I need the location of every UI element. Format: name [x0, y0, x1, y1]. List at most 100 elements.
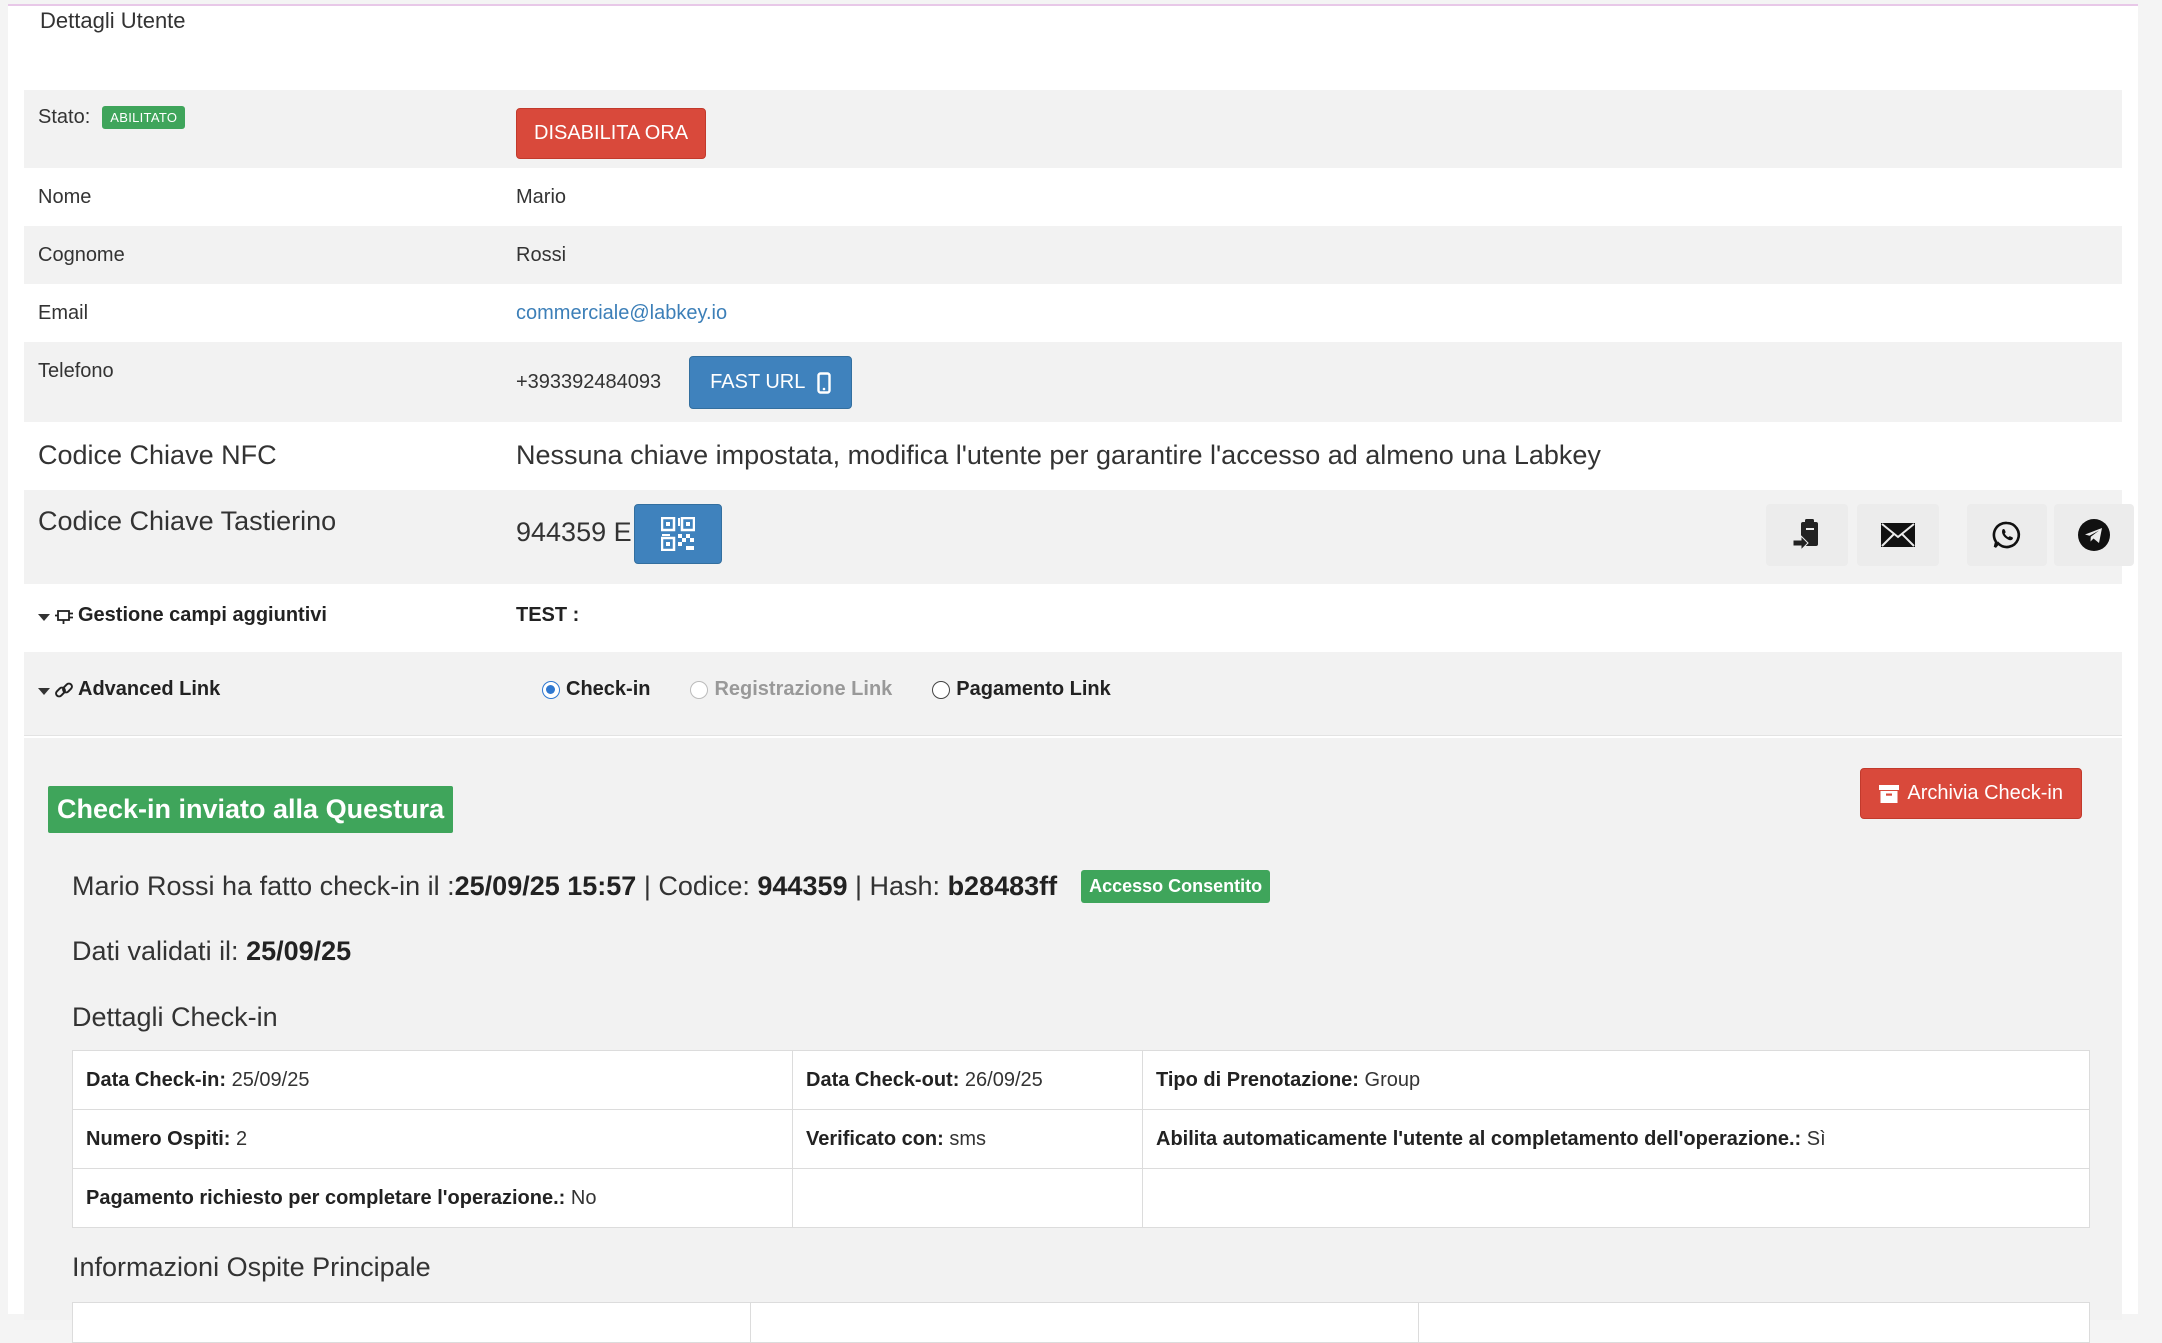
radio-empty-icon [690, 680, 709, 699]
access-badge: Accesso Consentito [1081, 870, 1271, 903]
page-title: Dettagli Utente [40, 8, 186, 33]
clipboard-icon [1792, 519, 1818, 551]
radio-registrazione-label: Registrazione Link [714, 678, 893, 700]
nfc-label: Codice Chiave NFC [38, 440, 277, 470]
table-row: Pagamento richiesto per completare l'ope… [72, 1168, 2090, 1228]
telefono-value: +393392484093 [516, 371, 662, 393]
cell-value: sms [949, 1127, 987, 1150]
copy-code-button[interactable] [1766, 504, 1848, 566]
radio-pagamento-link[interactable]: Pagamento Link [932, 678, 1111, 701]
cell-value: Group [1364, 1068, 1421, 1091]
nfc-value: Nessuna chiave impostata, modifica l'ute… [516, 440, 1601, 470]
plug-icon [55, 609, 73, 624]
disable-now-button[interactable]: DISABILITA ORA [516, 108, 707, 159]
row-email: Email commerciale@labkey.io [24, 284, 2122, 342]
checkin-hash: b28483ff [947, 871, 1058, 901]
summary-prefix: Mario Rossi ha fatto check-in il : [72, 871, 455, 901]
advanced-link-toggle[interactable]: Advanced Link [38, 678, 220, 701]
archive-box-icon [1879, 784, 1900, 803]
radio-selected-icon [542, 680, 560, 699]
gestione-toggle[interactable]: Gestione campi aggiuntivi [38, 604, 327, 627]
qr-code-button[interactable] [634, 504, 722, 564]
row-stato: Stato: ABILITATO DISABILITA ORA [24, 90, 2122, 168]
mobile-icon [817, 371, 832, 394]
cognome-value: Rossi [516, 244, 567, 266]
radio-pagamento-label: Pagamento Link [956, 678, 1111, 700]
cell-label: Abilita automaticamente l'utente al comp… [1156, 1127, 1802, 1150]
row-telefono: Telefono +393392484093 FAST URL [24, 342, 2122, 422]
telefono-label: Telefono [38, 360, 114, 382]
telegram-share-button[interactable] [2054, 504, 2134, 566]
cell-label: Verificato con: [806, 1127, 944, 1150]
table-cell: Data Check-in: 25/09/25 [72, 1050, 793, 1110]
status-badge: ABILITATO [102, 106, 186, 129]
checkin-status-banner: Check-in inviato alla Questura [48, 786, 454, 833]
cell-value: 25/09/25 [231, 1068, 310, 1091]
table-row: Numero Ospiti: 2 Verificato con: sms Abi… [72, 1109, 2090, 1169]
row-advanced-link: Advanced Link Check-in Registrazione Lin… [24, 652, 2122, 736]
stato-label: Stato: [38, 106, 91, 128]
caret-down-icon [38, 688, 50, 695]
table-cell [750, 1302, 1419, 1343]
table-cell [72, 1302, 751, 1343]
guest-info-table [72, 1302, 2090, 1343]
table-cell [1142, 1168, 2090, 1228]
table-row [72, 1302, 2090, 1343]
radio-check-in-label: Check-in [566, 678, 651, 700]
gestione-value: TEST : [516, 604, 580, 626]
nome-label: Nome [38, 186, 92, 208]
checkin-datetime: 25/09/25 15:57 [454, 871, 637, 901]
radio-registrazione-link[interactable]: Registrazione Link [690, 678, 892, 701]
tastierino-label: Codice Chiave Tastierino [38, 506, 337, 536]
table-cell [792, 1168, 1143, 1228]
validated-line: Dati validati il: 25/09/25 [72, 936, 351, 967]
table-row: Data Check-in: 25/09/25 Data Check-out: … [72, 1050, 2090, 1110]
table-cell: Verificato con: sms [792, 1109, 1143, 1169]
cell-value: 26/09/25 [964, 1068, 1043, 1091]
qr-code-icon [661, 517, 695, 551]
cell-label: Data Check-in: [86, 1068, 227, 1091]
table-cell: Tipo di Prenotazione: Group [1142, 1050, 2090, 1110]
whatsapp-share-button[interactable] [1967, 504, 2047, 566]
table-cell: Numero Ospiti: 2 [72, 1109, 793, 1169]
row-nfc: Codice Chiave NFC Nessuna chiave imposta… [24, 422, 2122, 490]
checkin-code: 944359 [757, 871, 848, 901]
checkin-section: Check-in inviato alla Questura Archivia … [24, 738, 2122, 1343]
email-label: Email [38, 302, 89, 324]
cell-label: Numero Ospiti: [86, 1127, 231, 1150]
email-link[interactable]: commerciale@labkey.io [516, 302, 727, 325]
cell-label: Data Check-out: [806, 1068, 960, 1091]
hash-label: | Hash: [847, 871, 948, 901]
gestione-label: Gestione campi aggiuntivi [78, 604, 327, 626]
fast-url-label: FAST URL [710, 371, 806, 393]
radio-check-in[interactable]: Check-in [542, 678, 650, 701]
user-details-grid: Stato: ABILITATO DISABILITA ORA Nome Mar… [24, 90, 2134, 736]
checkin-details-title: Dettagli Check-in [72, 1002, 278, 1032]
envelope-icon [1881, 523, 1915, 547]
guest-info-title: Informazioni Ospite Principale [72, 1252, 431, 1282]
archive-checkin-label: Archivia Check-in [1907, 782, 2063, 804]
caret-down-icon [38, 614, 50, 621]
code-label: | Codice: [636, 871, 758, 901]
table-cell [1418, 1302, 2090, 1343]
email-share-button[interactable] [1857, 504, 1939, 566]
user-details-panel: Dettagli Utente Stato: ABILITATO DISABIL… [8, 4, 2138, 1343]
table-cell: Abilita automaticamente l'utente al comp… [1142, 1109, 2090, 1169]
cognome-label: Cognome [38, 244, 125, 266]
row-gestione-campi: Gestione campi aggiuntivi TEST : [24, 584, 2122, 652]
advanced-link-label: Advanced Link [78, 678, 221, 700]
row-nome: Nome Mario [24, 168, 2122, 226]
nome-value: Mario [516, 186, 567, 208]
fast-url-button[interactable]: FAST URL [689, 356, 853, 409]
checkin-summary: Mario Rossi ha fatto check-in il : 25/09… [72, 870, 1271, 903]
whatsapp-icon [1992, 521, 2021, 549]
cell-value: No [570, 1186, 597, 1209]
row-cognome: Cognome Rossi [24, 226, 2122, 284]
link-icon [55, 682, 73, 697]
checkin-details-table: Data Check-in: 25/09/25 Data Check-out: … [72, 1050, 2090, 1228]
tastierino-value: 944359 E [516, 517, 632, 547]
archive-checkin-button[interactable]: Archivia Check-in [1860, 768, 2082, 819]
table-cell: Data Check-out: 26/09/25 [792, 1050, 1143, 1110]
cell-value: Sì [1806, 1127, 1826, 1150]
cell-label: Pagamento richiesto per completare l'ope… [86, 1186, 566, 1209]
